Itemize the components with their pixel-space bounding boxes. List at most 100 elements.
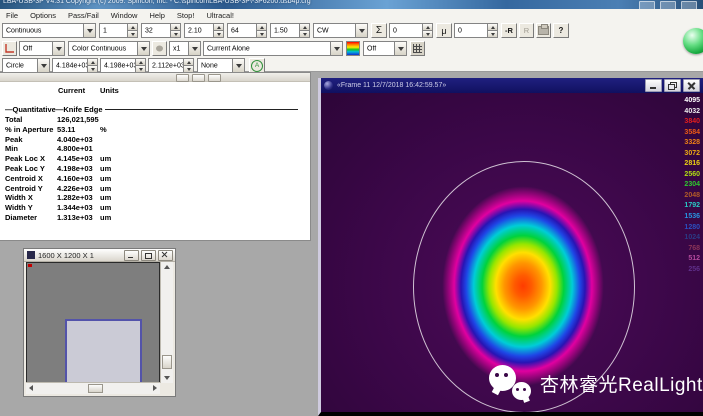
stats-rows: Total126,021,595% in Aperture53.11%Peak4… [0, 115, 310, 223]
grid-button[interactable] [410, 41, 425, 56]
close-button[interactable] [158, 250, 173, 261]
frame-interval-spinner[interactable]: 1 [99, 23, 138, 38]
stats-title-bar[interactable] [0, 73, 310, 82]
aperture-diameter-spinner[interactable]: 2.112e+03 [148, 58, 194, 73]
r-icon: R [524, 26, 529, 35]
setpoint-spinner[interactable]: 1.50 [270, 23, 310, 38]
menu-item-window[interactable]: Window [105, 11, 144, 20]
aperture-shape-select[interactable]: Circle [2, 58, 50, 73]
stat-label: Centroid Y [5, 184, 43, 193]
close-button[interactable] [681, 1, 697, 9]
scroll-up-icon[interactable] [162, 262, 172, 272]
sum-count-value: 0 [393, 27, 397, 34]
chevron-down-icon [83, 24, 95, 37]
colorbar-label: 1024 [684, 233, 700, 244]
chevron-down-icon [394, 42, 406, 55]
capture-mode-select[interactable]: Continuous [2, 23, 96, 38]
sum-button[interactable]: Σ [371, 23, 387, 38]
subtract-reference-button[interactable]: -R [501, 23, 517, 38]
spin-down-icon[interactable] [170, 30, 180, 37]
average-count-spinner[interactable]: 0 [454, 23, 498, 38]
stats-row: Centroid Y4.226e+03um [0, 184, 310, 194]
gain-spinner[interactable]: 64 [227, 23, 267, 38]
overlay-select[interactable]: None [197, 58, 245, 73]
colorbar-label: 2048 [684, 191, 700, 202]
display-mode-value: Current Alone [207, 45, 329, 52]
stat-units: um [100, 174, 111, 183]
auto-aperture-button[interactable]: A [249, 58, 265, 73]
frame-count-value: 32 [145, 27, 153, 34]
aperture-y-spinner[interactable]: 4.198e+03 [100, 58, 146, 73]
spin-down-icon[interactable] [213, 30, 223, 37]
sum-count-spinner[interactable]: 0 [389, 23, 433, 38]
spin-down-icon[interactable] [487, 30, 497, 37]
grid-mode-select[interactable]: Off [363, 41, 407, 56]
scroll-down-icon[interactable] [162, 373, 172, 383]
palette-select[interactable]: Color Continuous [68, 41, 150, 56]
scroll-thumb[interactable] [88, 384, 103, 393]
maximize-button[interactable] [141, 250, 156, 261]
menu-item-ultracal[interactable]: Ultracal! [200, 11, 240, 20]
grid-mode-value: Off [367, 45, 393, 52]
maximize-button[interactable] [192, 74, 205, 82]
preview-title: 1600 X 1200 X 1 [38, 251, 94, 260]
vertical-scrollbar[interactable] [160, 262, 173, 383]
minimize-button[interactable] [176, 74, 189, 82]
scroll-right-icon[interactable] [150, 383, 160, 393]
stats-row: Width Y1.344e+03um [0, 203, 310, 213]
menu-item-file[interactable]: File [0, 11, 24, 20]
beam-title-bar[interactable]: «Frame 11 12/7/2018 16:42:59.57» [321, 78, 703, 93]
zoom-select[interactable]: x1 [169, 41, 201, 56]
chevron-down-icon [330, 42, 342, 55]
minimize-button[interactable] [639, 1, 655, 9]
spin-down-icon[interactable] [256, 30, 266, 37]
stat-units: um [100, 184, 111, 193]
exposure-value: 2.10 [188, 27, 202, 34]
spin-down-icon[interactable] [422, 30, 432, 37]
close-button[interactable] [683, 79, 700, 92]
average-button[interactable]: μ [436, 23, 452, 38]
spin-down-icon[interactable] [135, 65, 145, 72]
roi-rectangle[interactable] [65, 319, 142, 383]
frame-interval-value: 1 [103, 27, 107, 34]
stats-row: Diameter1.313e+03um [0, 213, 310, 223]
cursor-mode-value: Off [23, 45, 51, 52]
exposure-spinner[interactable]: 2.10 [184, 23, 224, 38]
close-button[interactable] [208, 74, 221, 82]
minimize-button[interactable] [645, 79, 662, 92]
help-icon: ? [559, 26, 564, 35]
restore-button[interactable] [664, 79, 681, 92]
pan-tool-button[interactable] [152, 41, 167, 56]
colorbar-label: 1280 [684, 223, 700, 234]
menu-item-help[interactable]: Help [143, 11, 170, 20]
trigger-select[interactable]: CW [313, 23, 368, 38]
minimize-button[interactable] [124, 250, 139, 261]
frame-count-spinner[interactable]: 32 [141, 23, 181, 38]
menu-item-options[interactable]: Options [24, 11, 62, 20]
context-help-button[interactable]: ? [553, 23, 569, 38]
spin-down-icon[interactable] [127, 30, 137, 37]
print-button[interactable] [536, 23, 551, 38]
aperture-shape-value: Circle [6, 62, 36, 69]
palette-preview-icon[interactable] [346, 41, 360, 56]
scroll-left-icon[interactable] [26, 383, 36, 393]
preview-title-bar[interactable]: 1600 X 1200 X 1 [24, 249, 175, 262]
menu-item-stop[interactable]: Stop! [171, 11, 201, 20]
aperture-x-spinner[interactable]: 4.184e+03 [52, 58, 98, 73]
reference-button[interactable]: R [519, 23, 534, 38]
cursor-mode-select[interactable]: Off [19, 41, 65, 56]
app-window: LBA-USB-3P V4.31 Copyright (c) 2009. Spi… [0, 0, 703, 416]
stats-row: Min4.800e+01 [0, 144, 310, 154]
aperture-y-value: 4.198e+03 [104, 62, 137, 69]
menu-item-passfail[interactable]: Pass/Fail [62, 11, 105, 20]
spin-down-icon[interactable] [183, 65, 193, 72]
cursor-tool-button[interactable] [2, 41, 17, 56]
maximize-button[interactable] [660, 1, 676, 9]
printer-icon [538, 26, 549, 35]
beam-window-title: «Frame 11 12/7/2018 16:42:59.57» [337, 82, 446, 89]
spin-down-icon[interactable] [299, 30, 309, 37]
display-mode-select[interactable]: Current Alone [203, 41, 343, 56]
spin-down-icon[interactable] [87, 65, 97, 72]
horizontal-scrollbar[interactable] [26, 382, 160, 394]
scroll-thumb[interactable] [162, 355, 172, 369]
